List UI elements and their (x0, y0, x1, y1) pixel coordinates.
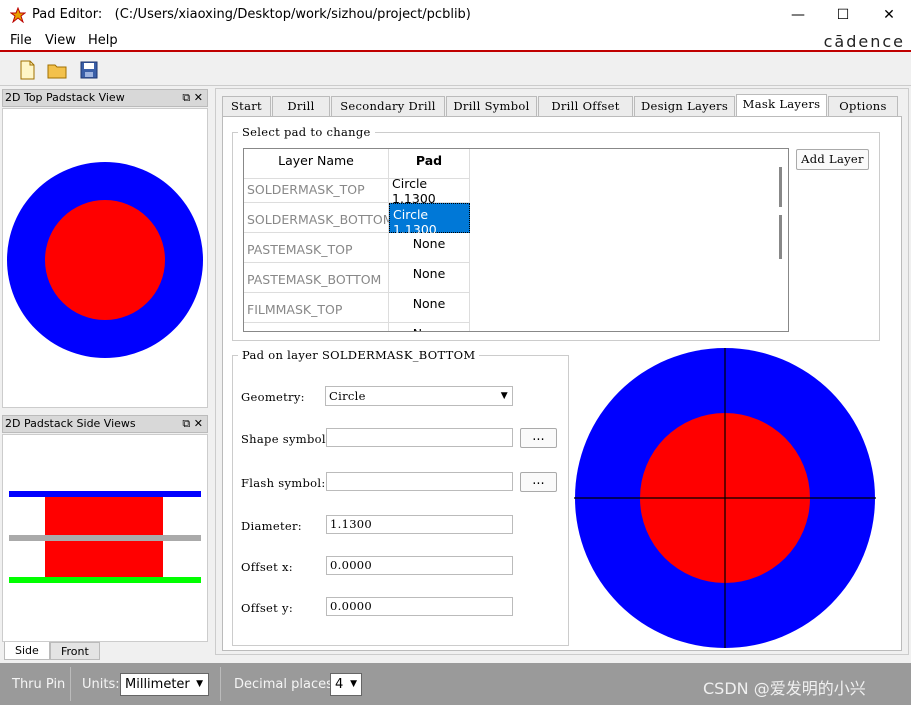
offset-x-label: Offset x: (241, 560, 293, 574)
tab-side[interactable]: Side (4, 642, 50, 660)
side-view-panel-title: 2D Padstack Side Views ⧉ ✕ (2, 415, 208, 433)
panel-float-close-buttons[interactable]: ⧉ ✕ (182, 90, 203, 106)
maximize-button[interactable]: ☐ (831, 5, 855, 25)
units-label: Units: (82, 677, 120, 692)
chevron-down-icon: ▼ (350, 679, 357, 689)
menu-help[interactable]: Help (88, 33, 118, 48)
row-layer-name (244, 323, 389, 331)
offset-y-field[interactable]: 0.0000 (326, 597, 513, 616)
shape-symbol-label: Shape symbol: (241, 432, 331, 446)
menu-view[interactable]: View (45, 33, 76, 48)
diameter-label: Diameter: (241, 519, 302, 533)
tab-start[interactable]: Start (222, 96, 271, 116)
side-padstack-view (2, 434, 208, 642)
tab-options[interactable]: Options (828, 96, 898, 116)
toolbar (0, 54, 911, 86)
tab-drill-symbol[interactable]: Drill Symbol (446, 96, 537, 116)
pad-on-layer-legend: Pad on layer SOLDERMASK_BOTTOM (238, 348, 480, 362)
padstack-mode: Thru Pin (12, 677, 66, 692)
decimal-places-label: Decimal places: (234, 677, 338, 692)
row-pad-value[interactable]: None (389, 233, 470, 263)
chevron-down-icon: ▼ (500, 391, 508, 401)
title-bar: Pad Editor: (C:/Users/xiaoxing/Desktop/w… (0, 0, 911, 30)
shape-browse-button[interactable]: ... (520, 428, 557, 448)
shape-symbol-field[interactable] (326, 428, 513, 447)
row-pad-value-selected[interactable]: Circle 1.1300 (389, 203, 470, 237)
table-scrollbar-thumb[interactable] (779, 215, 782, 259)
row-layer-name: FILMMASK_TOP (244, 293, 389, 323)
tab-mask-layers[interactable]: Mask Layers (736, 94, 827, 116)
minimize-button[interactable]: — (786, 5, 810, 25)
flash-symbol-field[interactable] (326, 472, 513, 491)
row-pad-value[interactable]: None (389, 323, 470, 331)
decimal-places-select[interactable]: 4 ▼ (330, 673, 362, 696)
pad-preview (574, 348, 876, 648)
top-view-panel-title: 2D Top Padstack View ⧉ ✕ (2, 89, 208, 107)
row-pad-value[interactable]: Circle 1.1300 (389, 173, 470, 206)
tab-front[interactable]: Front (50, 642, 100, 660)
save-icon[interactable] (78, 59, 100, 81)
row-layer-name: SOLDERMASK_BOTTOM (244, 203, 394, 233)
mask-layer-table: Layer Name Pad SOLDERMASK_TOP Circle 1.1… (243, 148, 789, 332)
offset-y-label: Offset y: (241, 601, 293, 615)
geometry-label: Geometry: (241, 390, 305, 404)
geometry-value: Circle (329, 389, 366, 403)
panel-float-close-buttons[interactable]: ⧉ ✕ (182, 416, 203, 432)
menu-file[interactable]: File (10, 33, 32, 48)
tab-secondary-drill[interactable]: Secondary Drill (331, 96, 445, 116)
watermark: CSDN @爱发明的小兴 (703, 679, 866, 698)
cadence-logo: cādence (823, 32, 905, 51)
diameter-field[interactable]: 1.1300 (326, 515, 513, 534)
row-pad-value[interactable]: None (389, 263, 470, 293)
units-value: Millimeter (125, 677, 190, 692)
close-button[interactable]: ✕ (877, 5, 901, 25)
flash-browse-button[interactable]: ... (520, 472, 557, 492)
tab-drill[interactable]: Drill (272, 96, 330, 116)
flash-symbol-label: Flash symbol: (241, 476, 326, 490)
new-file-icon[interactable] (16, 59, 38, 81)
open-folder-icon[interactable] (46, 59, 68, 81)
decimal-places-value: 4 (335, 677, 344, 692)
row-layer-name: SOLDERMASK_TOP (244, 173, 389, 203)
tab-design-layers[interactable]: Design Layers (634, 96, 735, 116)
side-pad-drawing (9, 491, 201, 583)
top-padstack-view (2, 108, 208, 408)
window-title: Pad Editor: (C:/Users/xiaoxing/Desktop/w… (32, 7, 471, 22)
geometry-select[interactable]: Circle ▼ (325, 386, 513, 406)
top-pad-drawing (7, 162, 203, 358)
app-icon (10, 7, 26, 23)
tab-drill-offset[interactable]: Drill Offset (538, 96, 633, 116)
chevron-down-icon: ▼ (196, 679, 203, 689)
units-select[interactable]: Millimeter ▼ (120, 673, 209, 696)
table-scrollbar[interactable] (779, 167, 782, 207)
add-layer-button[interactable]: Add Layer (796, 149, 869, 170)
row-pad-value[interactable]: None (389, 293, 470, 323)
status-bar: Thru Pin Units: Millimeter ▼ Decimal plac… (0, 663, 911, 705)
offset-x-field[interactable]: 0.0000 (326, 556, 513, 575)
select-pad-legend: Select pad to change (238, 125, 375, 139)
row-layer-name: PASTEMASK_BOTTOM (244, 263, 389, 293)
menu-bar: File View Help cādence (0, 30, 911, 52)
row-layer-name: PASTEMASK_TOP (244, 233, 389, 263)
